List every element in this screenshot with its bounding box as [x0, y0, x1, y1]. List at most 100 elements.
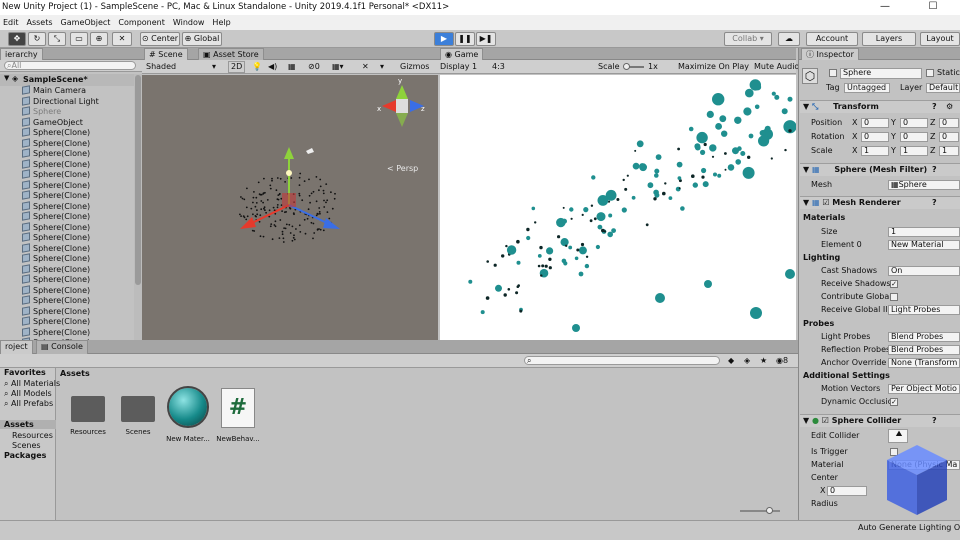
hierarchy-item[interactable]: Sphere(Clone)	[22, 190, 90, 201]
transform-z-field[interactable]: 0	[939, 132, 959, 142]
object-name-input[interactable]: Sphere	[840, 68, 922, 79]
rect-tool-button[interactable]: ▭	[70, 32, 88, 46]
collab-button[interactable]: Collab ▾	[724, 32, 772, 46]
hierarchy-item[interactable]: GameObject	[22, 116, 83, 128]
favorite-item[interactable]: ⌕ All Models	[4, 389, 52, 399]
hierarchy-item[interactable]: Sphere(Clone)	[22, 169, 90, 180]
grid-toggle-icon[interactable]: ▦▾	[332, 60, 344, 73]
pivot-global-button[interactable]: ⊕ Global	[182, 32, 222, 46]
display-dropdown[interactable]: Display 1	[440, 60, 477, 73]
enabled-check-icon[interactable]: ☑	[822, 416, 829, 425]
receive-gi-dropdown[interactable]: Light Probes	[888, 305, 960, 315]
scale-slider[interactable]	[623, 63, 644, 70]
transform-x-field[interactable]: 1	[861, 146, 889, 156]
favorite-item[interactable]: ⌕ All Materials	[4, 379, 60, 389]
audio-toggle-icon[interactable]: ◀)	[268, 60, 277, 73]
gizmos-dropdown[interactable]: Gizmos	[400, 60, 429, 73]
transform-x-field[interactable]: 0	[861, 118, 889, 128]
tab-hierarchy[interactable]: ierarchy	[0, 48, 43, 60]
hierarchy-item[interactable]: Main Camera	[22, 85, 86, 96]
favorite-star-icon[interactable]: ★	[760, 354, 767, 367]
icon-size-slider[interactable]	[740, 507, 780, 514]
tab-console[interactable]: ▤ Console	[36, 340, 88, 354]
filter-label-icon[interactable]: ◈	[744, 354, 750, 367]
hierarchy-item[interactable]: Sphere(Clone)	[22, 137, 90, 149]
2d-toggle[interactable]: 2D	[228, 61, 246, 73]
tab-game[interactable]: ◉ Game	[440, 48, 484, 60]
asset-item[interactable]: Resources	[66, 388, 110, 436]
settings-icon[interactable]: ⚙	[946, 101, 953, 113]
transform-y-field[interactable]: 0	[900, 118, 928, 128]
effects-icon[interactable]: ▦	[288, 60, 296, 73]
minimize-button[interactable]: —	[870, 0, 900, 15]
shading-mode-dropdown[interactable]: Shaded	[146, 60, 176, 73]
hierarchy-item[interactable]: Sphere(Clone)	[22, 284, 90, 296]
hierarchy-item[interactable]: Sphere(Clone)	[22, 295, 90, 306]
lighting-toggle-icon[interactable]: 💡	[252, 60, 262, 73]
transform-y-field[interactable]: 0	[900, 132, 928, 142]
move-tool-button[interactable]: ✥	[8, 32, 26, 46]
transform-tool-button[interactable]: ⊕	[90, 32, 108, 46]
hierarchy-search-input[interactable]: ⌕All	[4, 61, 136, 70]
maximize-on-play-toggle[interactable]: Maximize On Play	[678, 60, 749, 73]
help-icon[interactable]: ?	[932, 164, 937, 176]
custom-tool-button[interactable]: ✕	[112, 32, 132, 46]
mesh-renderer-header[interactable]: ▼ ▦ ☑ Mesh Renderer?	[800, 196, 960, 209]
additional-settings-foldout[interactable]: Additional Settings	[803, 371, 890, 381]
aspect-dropdown[interactable]: 4:3	[492, 60, 505, 73]
scene-root-row[interactable]: ▼ ◈ SampleScene*	[0, 74, 134, 86]
hierarchy-item[interactable]: Sphere(Clone)	[22, 242, 90, 254]
tree-packages[interactable]: Packages	[4, 451, 46, 460]
element0-field[interactable]: New Material	[888, 240, 960, 250]
anchor-override-field[interactable]: None (Transform	[888, 358, 960, 368]
static-checkbox[interactable]	[926, 69, 934, 77]
help-icon[interactable]: ?	[932, 101, 937, 113]
favorites-header[interactable]: Favorites	[4, 368, 46, 377]
size-field[interactable]: 1	[888, 227, 960, 237]
lighting-foldout[interactable]: Lighting	[803, 253, 840, 263]
menu-help[interactable]: Help	[212, 15, 230, 30]
filter-type-icon[interactable]: ◆	[728, 354, 734, 367]
hierarchy-item[interactable]: Sphere(Clone)	[22, 221, 90, 233]
camera-icon[interactable]: ✕	[362, 60, 369, 73]
motion-vectors-dropdown[interactable]: Per Object Motio	[888, 384, 960, 394]
favorite-item[interactable]: ⌕ All Prefabs	[4, 399, 53, 409]
rotate-tool-button[interactable]: ↻	[28, 32, 46, 46]
tab-project[interactable]: roject	[0, 340, 33, 354]
tab-scene[interactable]: # Scene	[144, 48, 188, 60]
hierarchy-item[interactable]: Sphere(Clone)	[22, 274, 90, 285]
project-search-input[interactable]: ⌕	[524, 356, 720, 365]
hierarchy-item[interactable]: Sphere(Clone)	[22, 179, 90, 191]
hierarchy-item[interactable]: Sphere	[22, 106, 61, 117]
scale-tool-button[interactable]: ⤡	[48, 32, 66, 46]
menu-window[interactable]: Window	[173, 15, 205, 30]
contribute-gi-checkbox[interactable]	[890, 293, 898, 301]
menu-gameobject[interactable]: GameObject	[61, 15, 111, 30]
scale-slider-thumb[interactable]	[623, 63, 630, 70]
play-button[interactable]: ▶	[434, 32, 454, 46]
transform-y-field[interactable]: 1	[900, 146, 928, 156]
reflection-probes-dropdown[interactable]: Blend Probes	[888, 345, 960, 355]
menu-edit[interactable]: Edit	[3, 15, 19, 30]
menu-component[interactable]: Component	[118, 15, 164, 30]
hierarchy-item[interactable]: Sphere(Clone)	[22, 316, 90, 327]
hierarchy-item[interactable]: Sphere(Clone)	[22, 211, 90, 222]
transform-header[interactable]: ▼ ⤡ Transform? ⚙	[800, 100, 960, 113]
enabled-check-icon[interactable]: ☑	[822, 198, 829, 207]
hierarchy-item[interactable]: Sphere(Clone)	[22, 148, 90, 159]
transform-z-field[interactable]: 1	[939, 146, 959, 156]
materials-foldout[interactable]: Materials	[803, 213, 845, 223]
asset-item[interactable]: New Mater...	[166, 386, 210, 443]
hierarchy-item[interactable]: Sphere(Clone)	[22, 232, 90, 243]
center-x-field[interactable]: 0	[827, 486, 867, 496]
asset-item[interactable]: Scenes	[116, 388, 160, 436]
transform-x-field[interactable]: 0	[861, 132, 889, 142]
icon-size-slider-thumb[interactable]	[766, 507, 773, 514]
hierarchy-item[interactable]: Directional Light	[22, 95, 99, 107]
help-icon[interactable]: ?	[932, 415, 937, 427]
receive-shadows-checkbox[interactable]: ✓	[890, 280, 898, 288]
sphere-collider-header[interactable]: ▼ ● ☑ Sphere Collider?	[800, 414, 960, 427]
cast-shadows-dropdown[interactable]: On	[888, 266, 960, 276]
hierarchy-item[interactable]: Sphere(Clone)	[22, 158, 90, 170]
hierarchy-item[interactable]: Sphere(Clone)	[22, 305, 90, 317]
